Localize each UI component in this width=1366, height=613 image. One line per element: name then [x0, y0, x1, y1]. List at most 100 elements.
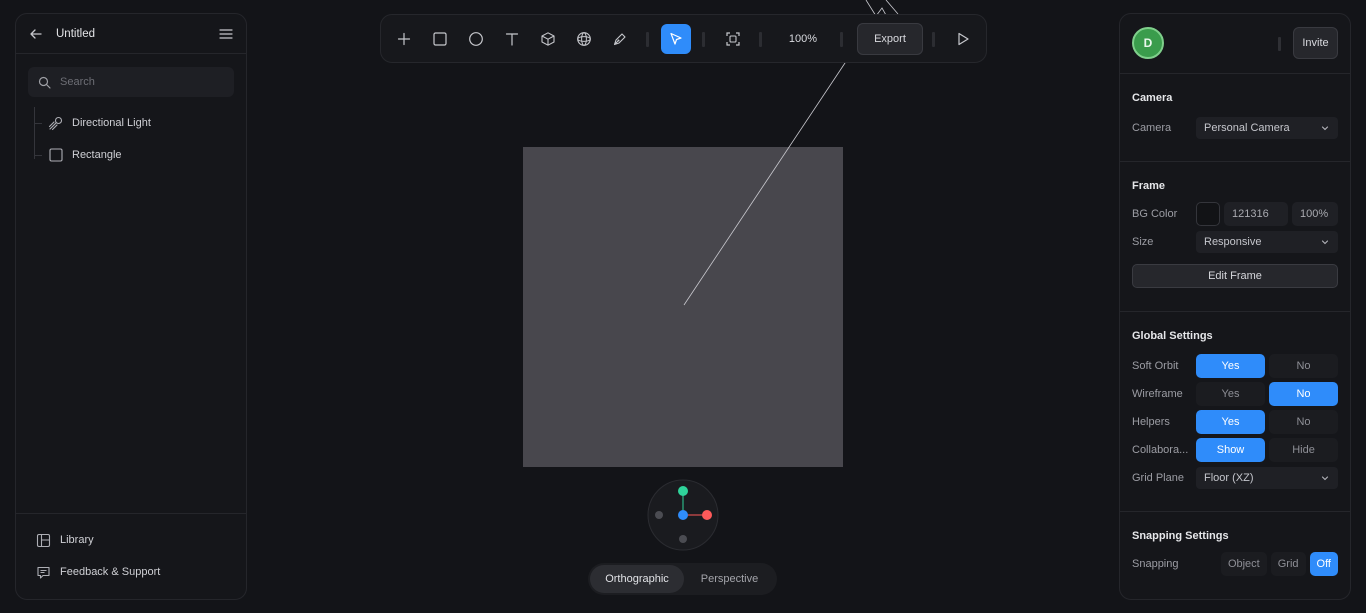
gizmo-x-axis[interactable]: [702, 510, 712, 520]
snapping-toggle: Object Grid Off: [1220, 552, 1338, 576]
snapping-label: Snapping: [1132, 558, 1179, 570]
library-link[interactable]: Library: [16, 524, 246, 556]
rectangle-plane[interactable]: [523, 147, 843, 467]
bg-color-swatch[interactable]: [1196, 202, 1220, 226]
axis-gizmo[interactable]: [647, 479, 719, 551]
bg-opacity-field[interactable]: 100%: [1292, 202, 1338, 226]
size-value: Responsive: [1204, 236, 1262, 248]
collab-header: D Invite: [1120, 14, 1350, 74]
layers-footer: Library Feedback & Support: [16, 513, 246, 599]
snapping-object[interactable]: Object: [1220, 552, 1267, 576]
search-input[interactable]: [60, 76, 220, 88]
size-label: Size: [1132, 236, 1154, 248]
gizmo-neg-y-axis[interactable]: [679, 535, 687, 543]
collaborators-show[interactable]: Show: [1196, 438, 1265, 462]
chevron-down-icon: [1320, 237, 1330, 247]
camera-label: Camera: [1132, 122, 1172, 134]
export-button[interactable]: Export: [857, 23, 923, 55]
search-box[interactable]: [28, 67, 234, 97]
snapping-section: Snapping Settings Snapping Object Grid O…: [1120, 512, 1350, 599]
helpers-no[interactable]: No: [1269, 410, 1338, 434]
helpers-toggle: Yes No: [1196, 410, 1338, 434]
bg-color-hex-field[interactable]: 121316: [1224, 202, 1288, 226]
perspective-button[interactable]: Perspective: [684, 565, 775, 593]
layers-header: Untitled: [16, 14, 246, 54]
wireframe-toggle: Yes No: [1196, 382, 1338, 406]
header-separator: [1278, 37, 1281, 51]
frame-section: Frame BG Color 121316 100% Size Responsi…: [1120, 162, 1350, 312]
snapping-off[interactable]: Off: [1309, 552, 1338, 576]
collaborators-toggle: Show Hide: [1196, 438, 1338, 462]
toolbar-separator: [932, 32, 935, 47]
text-tool-icon[interactable]: [497, 24, 527, 54]
collaborators-hide[interactable]: Hide: [1269, 438, 1338, 462]
toolbar-separator: [840, 32, 843, 47]
gizmo-z-axis[interactable]: [678, 510, 688, 520]
toolbar-separator: [646, 32, 649, 47]
grid-plane-dropdown[interactable]: Floor (XZ): [1196, 467, 1338, 489]
layer-label: Directional Light: [72, 117, 151, 129]
file-title[interactable]: Untitled: [56, 28, 95, 40]
orthographic-button[interactable]: Orthographic: [590, 565, 684, 593]
camera-value: Personal Camera: [1204, 122, 1290, 134]
size-dropdown[interactable]: Responsive: [1196, 231, 1338, 253]
wireframe-no[interactable]: No: [1269, 382, 1338, 406]
zoom-level[interactable]: 100%: [777, 15, 829, 62]
feedback-label: Feedback & Support: [60, 566, 161, 578]
section-title: Snapping Settings: [1132, 530, 1229, 542]
section-title: Camera: [1132, 92, 1173, 104]
helpers-yes[interactable]: Yes: [1196, 410, 1265, 434]
select-tool-icon[interactable]: [661, 24, 691, 54]
invite-button[interactable]: Invite: [1293, 27, 1338, 59]
soft-orbit-toggle: Yes No: [1196, 354, 1338, 378]
global-settings-section: Global Settings Soft Orbit Yes No Wirefr…: [1120, 312, 1350, 512]
wireframe-yes[interactable]: Yes: [1196, 382, 1265, 406]
edit-frame-button[interactable]: Edit Frame: [1132, 264, 1338, 288]
gizmo-neg-x-axis[interactable]: [655, 511, 663, 519]
helpers-label: Helpers: [1132, 416, 1170, 428]
layer-tree: Directional Light Rectangle: [34, 107, 234, 171]
toolbar-separator: [702, 32, 705, 47]
grid-plane-label: Grid Plane: [1132, 472, 1184, 484]
library-label: Library: [60, 534, 94, 546]
section-title: Frame: [1132, 180, 1166, 192]
chevron-down-icon: [1320, 123, 1330, 133]
layer-item-rectangle[interactable]: Rectangle: [34, 139, 234, 171]
back-arrow-icon[interactable]: [28, 26, 44, 42]
chevron-down-icon: [1320, 473, 1330, 483]
properties-panel: D Invite Camera Camera Personal Camera F…: [1119, 13, 1351, 600]
wireframe-label: Wireframe: [1132, 388, 1183, 400]
sphere-tool-icon[interactable]: [569, 24, 599, 54]
play-icon[interactable]: [948, 24, 978, 54]
view-mode-toggle: Orthographic Perspective: [588, 563, 777, 595]
grid-plane-value: Floor (XZ): [1204, 472, 1254, 484]
soft-orbit-yes[interactable]: Yes: [1196, 354, 1265, 378]
cube-tool-icon[interactable]: [533, 24, 563, 54]
avatar[interactable]: D: [1132, 27, 1164, 59]
app: Untitled Directional Light: [0, 0, 1366, 613]
layer-label: Rectangle: [72, 149, 122, 161]
layers-panel: Untitled Directional Light: [15, 13, 247, 600]
bg-color-label: BG Color: [1132, 208, 1178, 220]
snapping-grid[interactable]: Grid: [1270, 552, 1306, 576]
library-icon: [36, 533, 51, 548]
directional-light-icon: [48, 115, 64, 131]
add-icon[interactable]: [389, 24, 419, 54]
soft-orbit-no[interactable]: No: [1269, 354, 1338, 378]
rectangle-tool-icon[interactable]: [425, 24, 455, 54]
search-icon: [38, 76, 51, 89]
collaborators-label: Collabora...: [1132, 444, 1189, 456]
rectangle-icon: [48, 147, 64, 163]
pen-tool-icon[interactable]: [605, 24, 635, 54]
toolbar-separator: [759, 32, 762, 47]
ellipse-tool-icon[interactable]: [461, 24, 491, 54]
camera-dropdown[interactable]: Personal Camera: [1196, 117, 1338, 139]
soft-orbit-label: Soft Orbit: [1132, 360, 1179, 372]
feedback-link[interactable]: Feedback & Support: [16, 556, 246, 588]
feedback-icon: [36, 565, 51, 580]
layer-item-directional-light[interactable]: Directional Light: [34, 107, 234, 139]
main-toolbar: 100% Export: [380, 14, 987, 63]
frame-tool-icon[interactable]: [718, 24, 748, 54]
gizmo-y-axis[interactable]: [678, 486, 688, 496]
hamburger-menu-icon[interactable]: [218, 26, 234, 42]
